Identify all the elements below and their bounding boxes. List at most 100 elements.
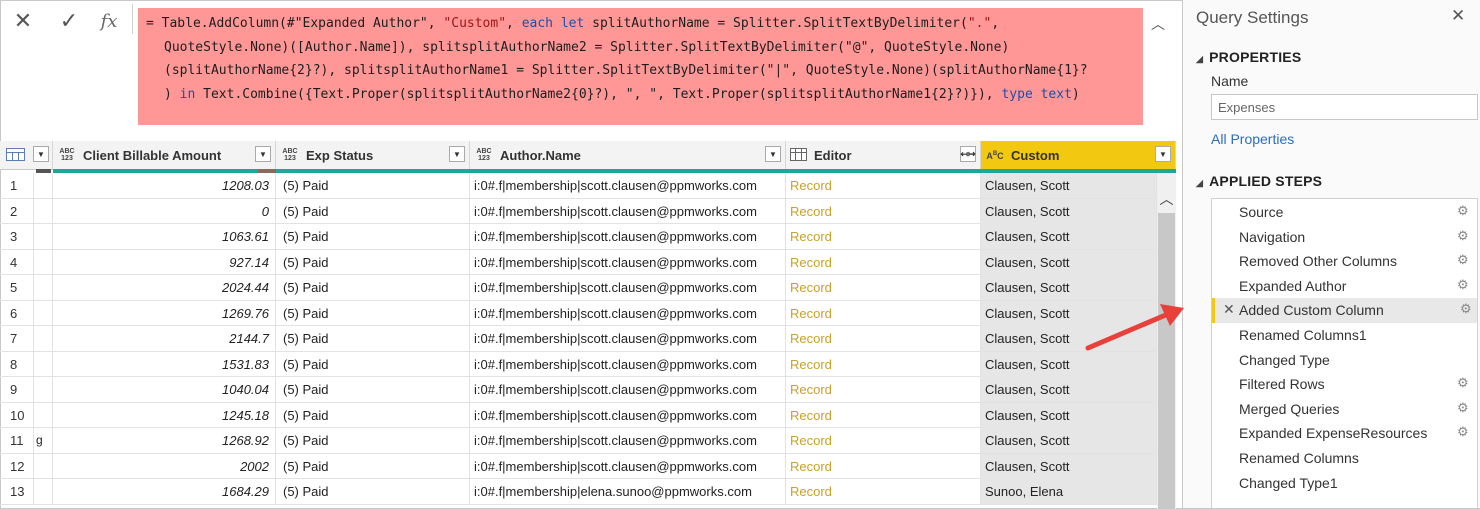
applied-step[interactable]: Merged Queries ⚙ bbox=[1212, 397, 1477, 422]
properties-section-header[interactable]: ◢ PROPERTIES bbox=[1196, 49, 1301, 65]
client-billable-amount-cell[interactable]: 2002 bbox=[53, 453, 276, 479]
author-name-cell[interactable]: i:0#.f|membership|scott.clausen@ppmworks… bbox=[470, 453, 786, 479]
table-row[interactable]: 7 2144.7 (5) Paid i:0#.f|membership|scott.c… bbox=[0, 326, 1157, 352]
client-billable-amount-cell[interactable]: 1063.61 bbox=[53, 224, 276, 249]
exp-status-cell[interactable]: (5) Paid bbox=[276, 198, 470, 224]
client-billable-amount-cell[interactable]: 1269.76 bbox=[53, 300, 276, 326]
gear-icon[interactable]: ⚙ bbox=[1457, 400, 1469, 416]
applied-step[interactable]: Changed Type bbox=[1212, 348, 1477, 373]
gear-icon[interactable]: ⚙ bbox=[1460, 301, 1472, 317]
exp-status-cell[interactable]: (5) Paid bbox=[276, 224, 470, 249]
custom-cell[interactable]: Clausen, Scott bbox=[981, 377, 1157, 402]
table-menu-button[interactable]: ▼ bbox=[0, 141, 53, 169]
table-row[interactable]: 1 1208.03 (5) Paid i:0#.f|membership|scott.… bbox=[0, 173, 1157, 199]
editor-record-link[interactable]: Record bbox=[786, 453, 981, 479]
exp-status-cell[interactable]: (5) Paid bbox=[276, 377, 470, 402]
editor-record-link[interactable]: Record bbox=[786, 249, 981, 275]
row-selector-cell[interactable] bbox=[34, 479, 53, 504]
gear-icon[interactable]: ⚙ bbox=[1457, 277, 1469, 293]
row-number[interactable]: 5 bbox=[0, 275, 34, 300]
editor-record-link[interactable]: Record bbox=[786, 326, 981, 351]
row-number[interactable]: 3 bbox=[0, 224, 34, 249]
row-number[interactable]: 10 bbox=[0, 402, 34, 428]
custom-cell[interactable]: Clausen, Scott bbox=[981, 198, 1157, 224]
filter-dropdown-icon[interactable]: ▼ bbox=[255, 146, 271, 162]
custom-cell[interactable]: Clausen, Scott bbox=[981, 402, 1157, 428]
row-selector-cell[interactable] bbox=[34, 377, 53, 402]
client-billable-amount-cell[interactable]: 1040.04 bbox=[53, 377, 276, 402]
gear-icon[interactable]: ⚙ bbox=[1457, 228, 1469, 244]
custom-cell[interactable]: Clausen, Scott bbox=[981, 275, 1157, 300]
author-name-cell[interactable]: i:0#.f|membership|scott.clausen@ppmworks… bbox=[470, 351, 786, 377]
exp-status-cell[interactable]: (5) Paid bbox=[276, 453, 470, 479]
table-row[interactable]: 11 g 1268.92 (5) Paid i:0#.f|membership|scot… bbox=[0, 428, 1157, 454]
filter-dropdown-icon[interactable]: ▼ bbox=[449, 146, 465, 162]
author-name-cell[interactable]: i:0#.f|membership|scott.clausen@ppmworks… bbox=[470, 173, 786, 198]
applied-step[interactable]: Filtered Rows ⚙ bbox=[1212, 372, 1477, 397]
custom-cell[interactable]: Clausen, Scott bbox=[981, 249, 1157, 275]
editor-record-link[interactable]: Record bbox=[786, 300, 981, 326]
editor-record-link[interactable]: Record bbox=[786, 275, 981, 300]
column-header-custom[interactable]: ABC Custom ▼ bbox=[981, 141, 1176, 169]
table-row[interactable]: 3 1063.61 (5) Paid i:0#.f|membership|scott.… bbox=[0, 224, 1157, 250]
applied-step[interactable]: Expanded Author ⚙ bbox=[1212, 274, 1477, 299]
row-number[interactable]: 1 bbox=[0, 173, 34, 198]
row-selector-cell[interactable] bbox=[34, 326, 53, 351]
client-billable-amount-cell[interactable]: 1531.83 bbox=[53, 351, 276, 377]
author-name-cell[interactable]: i:0#.f|membership|scott.clausen@ppmworks… bbox=[470, 198, 786, 224]
applied-step[interactable]: Expanded ExpenseResources ⚙ bbox=[1212, 421, 1477, 446]
scrollbar-thumb[interactable] bbox=[1158, 213, 1175, 509]
editor-record-link[interactable]: Record bbox=[786, 351, 981, 377]
row-selector-cell[interactable] bbox=[34, 275, 53, 300]
applied-step[interactable]: Navigation ⚙ bbox=[1212, 225, 1477, 250]
exp-status-cell[interactable]: (5) Paid bbox=[276, 249, 470, 275]
applied-step[interactable]: ✕ Added Custom Column ⚙ bbox=[1212, 298, 1477, 323]
author-name-cell[interactable]: i:0#.f|membership|elena.sunoo@ppmworks.c… bbox=[470, 479, 786, 504]
applied-steps-section-header[interactable]: ◢ APPLIED STEPS bbox=[1196, 173, 1322, 189]
row-number[interactable]: 12 bbox=[0, 453, 34, 479]
custom-cell[interactable]: Clausen, Scott bbox=[981, 224, 1157, 249]
client-billable-amount-cell[interactable]: 927.14 bbox=[53, 249, 276, 275]
chevron-down-icon[interactable]: ▼ bbox=[33, 146, 49, 162]
query-name-input[interactable] bbox=[1211, 94, 1478, 120]
exp-status-cell[interactable]: (5) Paid bbox=[276, 275, 470, 300]
table-row[interactable]: 8 1531.83 (5) Paid i:0#.f|membership|scott.… bbox=[0, 351, 1157, 377]
scroll-up-icon[interactable]: ︿ bbox=[1157, 189, 1176, 207]
row-number[interactable]: 4 bbox=[0, 249, 34, 275]
collapse-formula-chevron-icon[interactable]: ︿ bbox=[1151, 14, 1165, 34]
applied-step[interactable]: Removed Other Columns ⚙ bbox=[1212, 249, 1477, 274]
expand-column-icon[interactable]: ↤↦ bbox=[960, 146, 976, 162]
editor-record-link[interactable]: Record bbox=[786, 479, 981, 504]
gear-icon[interactable]: ⚙ bbox=[1457, 252, 1469, 268]
formula-editor[interactable]: = Table.AddColumn(#"Expanded Author", "C… bbox=[138, 8, 1143, 125]
exp-status-cell[interactable]: (5) Paid bbox=[276, 479, 470, 504]
row-number[interactable]: 9 bbox=[0, 377, 34, 402]
column-header-exp-status[interactable]: ABC 123 Exp Status ▼ bbox=[276, 141, 470, 169]
applied-step[interactable]: Changed Type1 bbox=[1212, 471, 1477, 496]
custom-cell[interactable]: Clausen, Scott bbox=[981, 453, 1157, 479]
row-selector-cell[interactable] bbox=[34, 300, 53, 326]
exp-status-cell[interactable]: (5) Paid bbox=[276, 326, 470, 351]
custom-cell[interactable]: Sunoo, Elena bbox=[981, 479, 1157, 504]
row-number[interactable]: 2 bbox=[0, 198, 34, 224]
table-row[interactable]: 12 2002 (5) Paid i:0#.f|membership|scott.cl… bbox=[0, 453, 1157, 479]
editor-record-link[interactable]: Record bbox=[786, 402, 981, 428]
filter-dropdown-icon[interactable]: ▼ bbox=[765, 146, 781, 162]
client-billable-amount-cell[interactable]: 1684.29 bbox=[53, 479, 276, 504]
editor-record-link[interactable]: Record bbox=[786, 173, 981, 198]
table-row[interactable]: 9 1040.04 (5) Paid i:0#.f|membership|scott.… bbox=[0, 377, 1157, 403]
cancel-formula-button[interactable]: ✕ bbox=[8, 4, 38, 38]
table-row[interactable]: 6 1269.76 (5) Paid i:0#.f|membership|scott.… bbox=[0, 300, 1157, 326]
row-selector-cell[interactable] bbox=[34, 351, 53, 377]
row-selector-cell[interactable] bbox=[34, 453, 53, 479]
row-number[interactable]: 6 bbox=[0, 300, 34, 326]
close-icon[interactable]: ✕ bbox=[1451, 6, 1465, 26]
gear-icon[interactable]: ⚙ bbox=[1457, 424, 1469, 440]
client-billable-amount-cell[interactable]: 1245.18 bbox=[53, 402, 276, 428]
editor-record-link[interactable]: Record bbox=[786, 224, 981, 249]
table-row[interactable]: 13 1684.29 (5) Paid i:0#.f|membership|elena… bbox=[0, 479, 1157, 505]
row-number[interactable]: 13 bbox=[0, 479, 34, 504]
row-selector-cell[interactable] bbox=[34, 224, 53, 249]
custom-cell[interactable]: Clausen, Scott bbox=[981, 173, 1157, 198]
exp-status-cell[interactable]: (5) Paid bbox=[276, 428, 470, 453]
